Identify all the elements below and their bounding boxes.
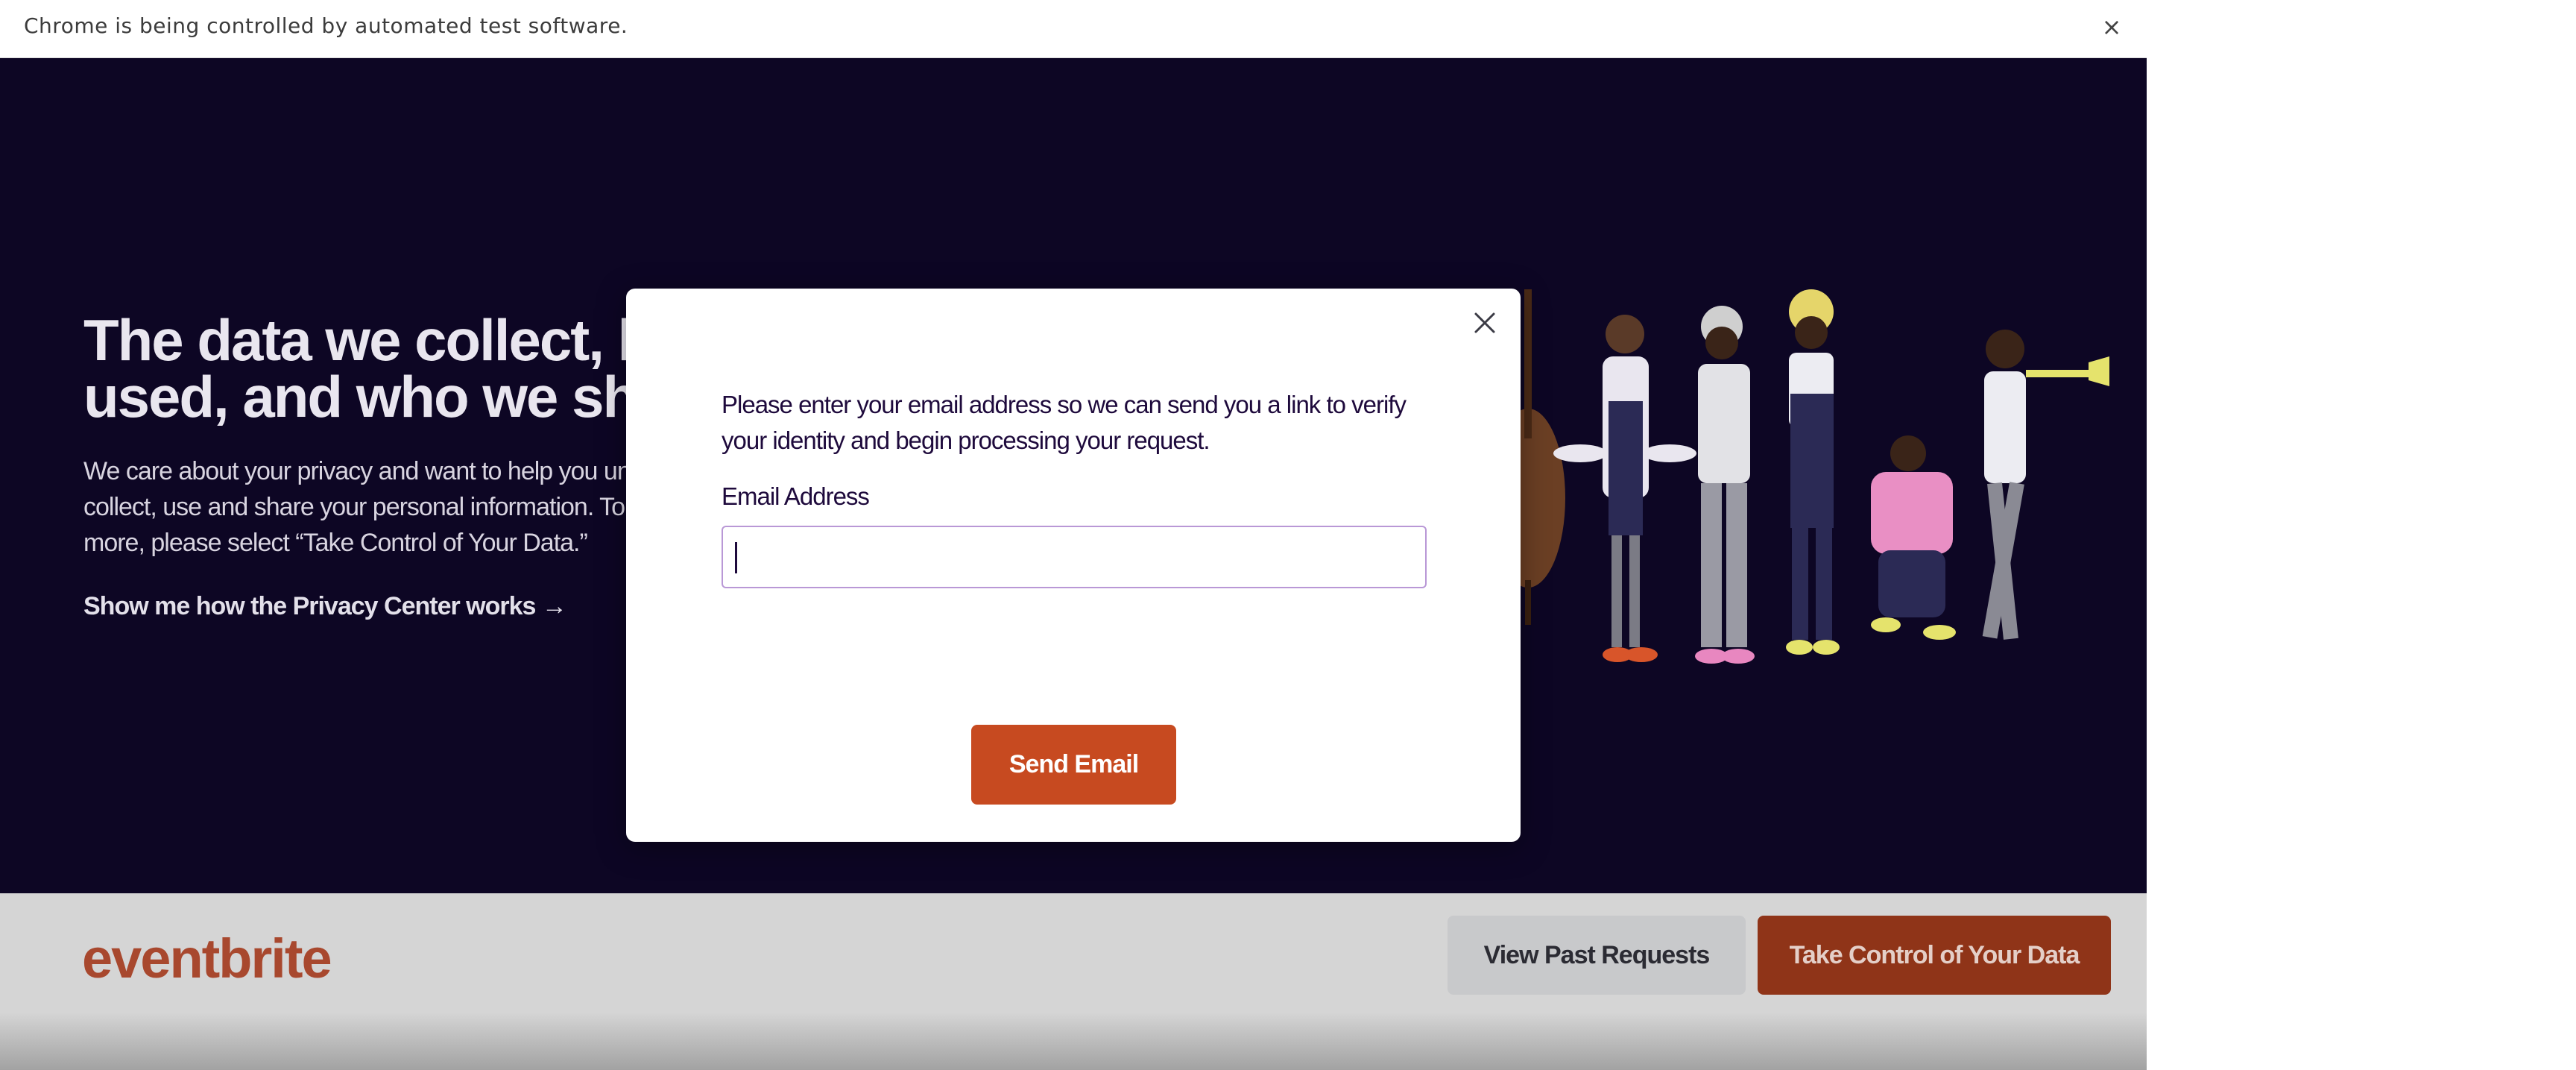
close-icon[interactable]: [1468, 306, 1501, 339]
send-email-button[interactable]: Send Email: [971, 725, 1176, 805]
email-label: Email Address: [722, 482, 870, 510]
email-input[interactable]: [722, 526, 1427, 588]
page-viewport: The data we collect, how it's used, and …: [0, 58, 2147, 1070]
email-verification-modal: Please enter your email address so we ca…: [626, 289, 1521, 842]
modal-message: Please enter your email address so we ca…: [722, 391, 1407, 454]
automation-infobar: Chrome is being controlled by automated …: [0, 0, 2147, 58]
infobar-close-icon[interactable]: ×: [2098, 13, 2125, 40]
text-caret: [735, 542, 737, 573]
infobar-message: Chrome is being controlled by automated …: [24, 13, 628, 38]
